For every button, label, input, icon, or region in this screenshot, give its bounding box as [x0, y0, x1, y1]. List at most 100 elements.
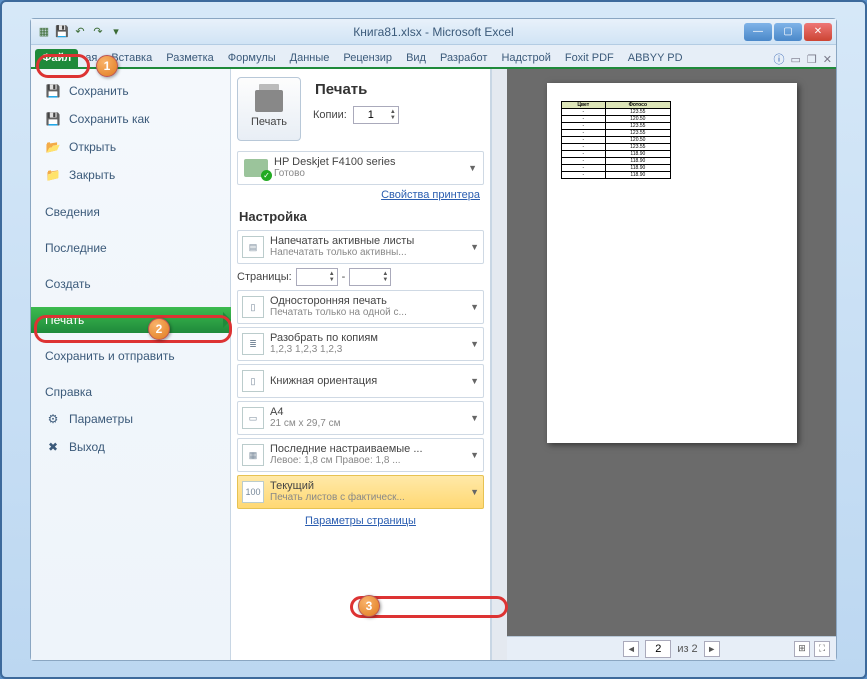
nav-label: Сохранить как [69, 112, 149, 126]
tab-abbyy[interactable]: ABBYY PD [621, 49, 690, 67]
setting-collate[interactable]: ≣ Разобрать по копиям1,2,3 1,2,3 1,2,3 ▼ [237, 327, 484, 361]
tab-foxit[interactable]: Foxit PDF [558, 49, 621, 67]
nav-item-Выход[interactable]: ✖ Выход [31, 433, 230, 461]
tab-developer[interactable]: Разработ [433, 49, 494, 67]
redo-icon[interactable]: ↷ [91, 25, 105, 39]
page-setup-link[interactable]: Параметры страницы [237, 515, 484, 527]
printer-status: Готово [274, 168, 462, 180]
tab-layout[interactable]: Разметка [159, 49, 221, 67]
pages-to-spinner[interactable]: ▲▼ [349, 268, 391, 286]
nav-item-Закрыть[interactable]: 📁Закрыть [31, 161, 230, 189]
nav-item-Параметры[interactable]: ⚙Параметры [31, 405, 230, 433]
close-doc-icon[interactable]: ✕ [823, 53, 832, 66]
chevron-down-icon: ▼ [470, 242, 479, 252]
setting-sub: Левое: 1,8 см Правое: 1,8 ... [270, 455, 464, 466]
tab-data[interactable]: Данные [283, 49, 337, 67]
sheets-icon: ▤ [242, 236, 264, 258]
show-margins-button[interactable]: ⊞ [794, 641, 810, 657]
nav-icon: ✖ [45, 439, 61, 455]
tab-review[interactable]: Рецензир [336, 49, 399, 67]
setting-label: A4 [270, 407, 464, 418]
setting-label: Односторонняя печать [270, 296, 464, 307]
pages-from-input[interactable] [297, 269, 327, 285]
nav-label: Закрыть [69, 168, 115, 182]
nav-icon: 💾 [45, 111, 61, 127]
nav-item-Сведения[interactable]: Сведения [31, 199, 230, 225]
minimize-ribbon-icon[interactable]: ▭ [791, 53, 801, 66]
setting-label: Книжная ориентация [270, 376, 464, 387]
copies-label: Копии: [313, 109, 347, 121]
setting-sub: Напечатать только активны... [270, 247, 464, 258]
printer-properties-link[interactable]: Свойства принтера [237, 189, 480, 201]
nav-label: Сохранить и отправить [45, 349, 175, 363]
printer-name: HP Deskjet F4100 series [274, 156, 462, 168]
undo-icon[interactable]: ↶ [73, 25, 87, 39]
pages-to-input[interactable] [350, 269, 380, 285]
collate-icon: ≣ [242, 333, 264, 355]
paper-icon: ▭ [242, 407, 264, 429]
nav-label: Сведения [45, 205, 100, 219]
setting-margins[interactable]: ▦ Последние настраиваемые ...Левое: 1,8 … [237, 438, 484, 472]
restore-icon[interactable]: ❐ [807, 53, 817, 66]
preview-toolbar: ◄ из 2 ► ⊞ ⛶ [507, 636, 836, 660]
page-total-label: из 2 [677, 643, 697, 655]
page-number-input[interactable] [646, 641, 670, 657]
nav-item-Сохранить[interactable]: 💾Сохранить [31, 77, 230, 105]
setting-scaling[interactable]: 100 ТекущийПечать листов с фактическ... … [237, 475, 484, 509]
print-button-label: Печать [251, 116, 287, 128]
nav-item-Создать[interactable]: Создать [31, 271, 230, 297]
preview-page: ЦветФотосо-123.55-120.50-123.55-123.55-1… [547, 83, 797, 443]
marker-3: 3 [358, 595, 380, 617]
copies-input[interactable] [354, 107, 388, 123]
backstage-nav: 💾Сохранить 💾 Сохранить как 📂Открыть📁Закрыть… [31, 69, 231, 660]
chevron-down-icon: ▼ [470, 376, 479, 386]
setting-paper-size[interactable]: ▭ A421 см x 29,7 см ▼ [237, 401, 484, 435]
prev-page-button[interactable]: ◄ [623, 641, 639, 657]
setting-label: Последние настраиваемые ... [270, 444, 464, 455]
help-icon[interactable]: ⓘ [774, 51, 785, 67]
nav-item-Справка[interactable]: Справка [31, 379, 230, 405]
title-bar: ▦ 💾 ↶ ↷ ▾ Книга81.xlsx - Microsoft Excel… [31, 19, 836, 45]
excel-icon: ▦ [37, 25, 51, 39]
print-title: Печать [315, 81, 399, 98]
scrollbar[interactable] [491, 69, 507, 660]
nav-item-Открыть[interactable]: 📂Открыть [31, 133, 230, 161]
printer-status-icon [244, 159, 268, 177]
nav-item-Сохранить и отправить[interactable]: Сохранить и отправить [31, 343, 230, 369]
print-button[interactable]: Печать [237, 77, 301, 141]
pages-from-spinner[interactable]: ▲▼ [296, 268, 338, 286]
setting-orientation[interactable]: ▯ Книжная ориентация ▼ [237, 364, 484, 398]
next-page-button[interactable]: ► [704, 641, 720, 657]
maximize-button[interactable]: ▢ [774, 23, 802, 41]
nav-item-Последние[interactable]: Последние [31, 235, 230, 261]
tab-formulas[interactable]: Формулы [221, 49, 283, 67]
settings-title: Настройка [239, 209, 484, 224]
close-button[interactable]: ✕ [804, 23, 832, 41]
setting-label: Разобрать по копиям [270, 333, 464, 344]
zoom-page-button[interactable]: ⛶ [814, 641, 830, 657]
save-icon[interactable]: 💾 [55, 25, 69, 39]
printer-selector[interactable]: HP Deskjet F4100 series Готово ▼ [237, 151, 484, 185]
minimize-button[interactable]: — [744, 23, 772, 41]
dropdown-icon[interactable]: ▾ [109, 25, 123, 39]
setting-sub: Печатать только на одной с... [270, 307, 464, 318]
ribbon-tabs: Файл ая Вставка Разметка Формулы Данные … [31, 45, 836, 69]
tab-addins[interactable]: Надстрой [494, 49, 557, 67]
page-number-spinner[interactable] [645, 640, 671, 658]
margins-icon: ▦ [242, 444, 264, 466]
nav-label: Открыть [69, 140, 116, 154]
tab-view[interactable]: Вид [399, 49, 433, 67]
marker-2: 2 [148, 318, 170, 340]
nav-item-Печать[interactable]: Печать [31, 307, 231, 333]
nav-label: Сохранить [69, 84, 129, 98]
nav-label: Справка [45, 385, 92, 399]
tab-file[interactable]: Файл [35, 49, 78, 67]
setting-print-what[interactable]: ▤ Напечатать активные листы Напечатать т… [237, 230, 484, 264]
nav-label: Выход [69, 440, 105, 454]
chevron-down-icon: ▼ [470, 302, 479, 312]
chevron-down-icon: ▼ [470, 450, 479, 460]
setting-sides[interactable]: ▯ Односторонняя печатьПечатать только на… [237, 290, 484, 324]
nav-item-Сохранить как[interactable]: 💾 Сохранить как [31, 105, 230, 133]
copies-spinner[interactable]: ▲▼ [353, 106, 399, 124]
setting-label: Текущий [270, 481, 464, 492]
